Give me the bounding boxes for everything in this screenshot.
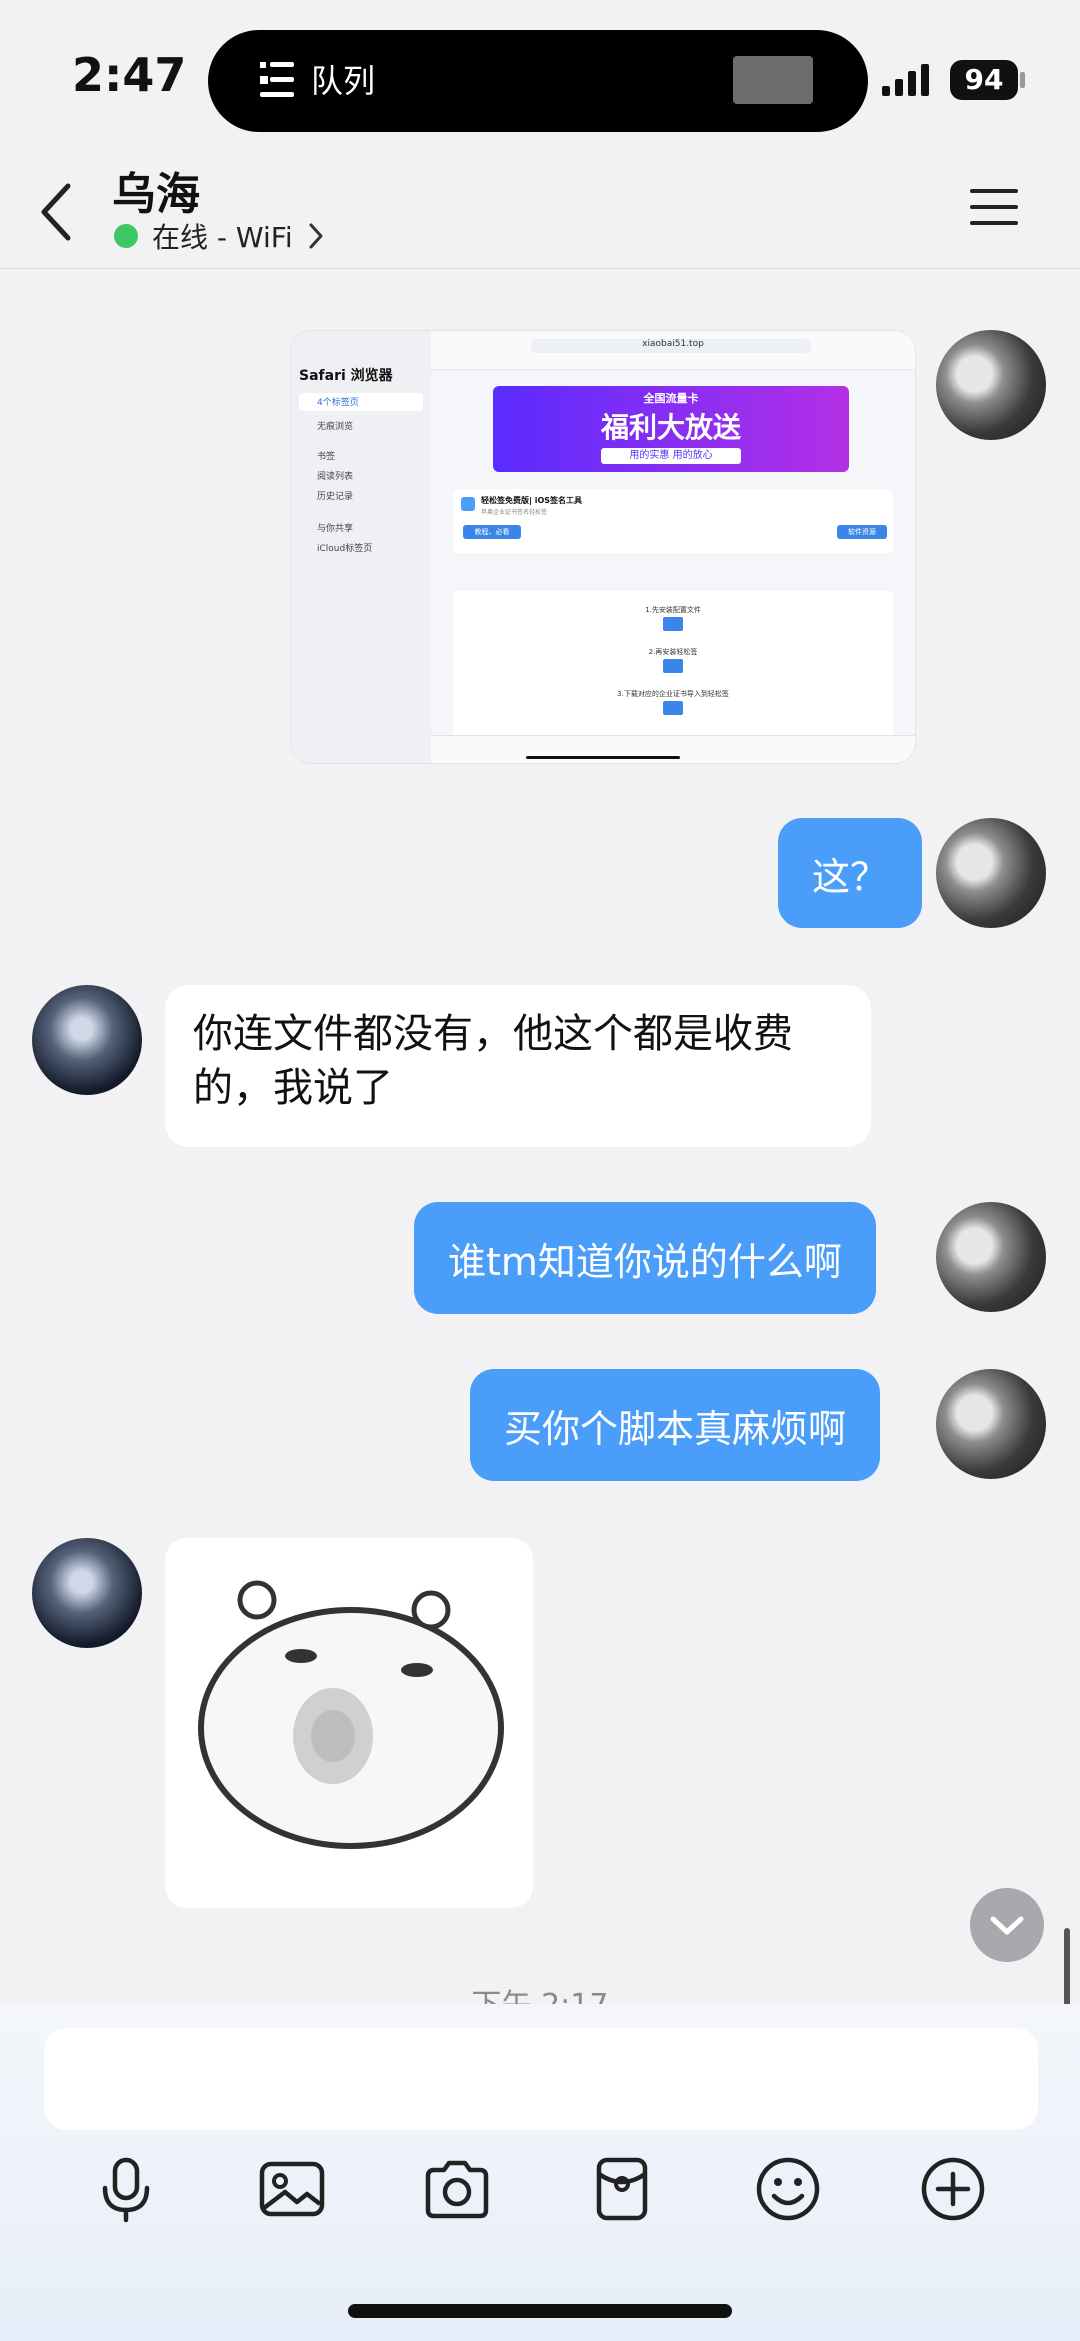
red-packet-icon[interactable] [587, 2154, 657, 2224]
bear-face-sticker [198, 1580, 504, 1849]
back-chevron-icon[interactable] [36, 180, 76, 244]
avatar[interactable] [32, 1538, 142, 1648]
screenshot-sidebar-item: 无痕浏览 [317, 422, 354, 432]
message-input[interactable] [44, 2028, 1038, 2130]
plus-icon[interactable] [918, 2154, 988, 2224]
dynamic-island[interactable]: 队列 [208, 30, 868, 132]
battery-indicator: 94 [950, 60, 1018, 100]
sticker-message[interactable] [165, 1538, 533, 1908]
input-panel [0, 2004, 1080, 2341]
home-indicator[interactable] [348, 2304, 732, 2318]
chat-header: 乌海 在线 - WiFi [0, 150, 1080, 269]
scroll-to-bottom-button[interactable] [970, 1888, 1044, 1962]
card-button-right: 软件资源 [837, 525, 887, 539]
banner-top-text: 全国流量卡 [643, 392, 699, 405]
avatar[interactable] [936, 1202, 1046, 1312]
emoji-icon[interactable] [753, 2154, 823, 2224]
screenshot-banner: 全国流量卡 福利大放送 用的实惠 用的放心 [493, 386, 849, 472]
presence-status[interactable]: 在线 - WiFi [152, 216, 293, 256]
chevron-right-icon[interactable] [308, 222, 324, 250]
step-text: 2.再安装轻松签 [648, 648, 698, 656]
screenshot-sidebar: Safari 浏览器 4个标签页 无痕浏览 书签 阅读列表 历史记录 与你共享 … [291, 331, 431, 763]
screenshot-sidebar-item: 4个标签页 [317, 398, 359, 408]
screenshot-sidebar-item: iCloud标签页 [317, 544, 373, 554]
avatar[interactable] [936, 330, 1046, 440]
status-bar: 2:47 队列 94 [0, 0, 1080, 150]
contact-name[interactable]: 乌海 [112, 158, 200, 222]
step-text: 1.先安装配置文件 [645, 606, 701, 614]
screenshot-sidebar-item: 历史记录 [317, 492, 354, 502]
avatar[interactable] [32, 985, 142, 1095]
screenshot-sidebar-title: Safari 浏览器 [299, 368, 393, 384]
media-thumbnail [733, 56, 813, 104]
hamburger-menu-icon[interactable] [968, 186, 1020, 228]
image-icon[interactable] [257, 2154, 327, 2224]
cellular-signal-icon [882, 64, 929, 96]
avatar[interactable] [936, 818, 1046, 928]
queue-icon [260, 62, 294, 97]
screenshot-sidebar-item: 阅读列表 [317, 472, 354, 482]
message-bubble[interactable]: 你连文件都没有，他这个都是收费的，我说了 [165, 985, 871, 1147]
screenshot-app-card: 轻松签免费版| iOS签名工具 苹果企业证书签名轻松签 教程、必看 软件资源 [453, 489, 893, 553]
card-title: 轻松签免费版| iOS签名工具 [481, 496, 583, 505]
message-bubble[interactable]: 这？ [778, 818, 923, 928]
microphone-icon[interactable] [91, 2154, 161, 2224]
message-bubble[interactable]: 谁tm知道你说的什么啊 [414, 1202, 876, 1314]
online-status-dot [114, 224, 138, 248]
banner-sub-text: 用的实惠 用的放心 [601, 448, 741, 464]
screenshot-steps-card: 1.先安装配置文件 2.再安装轻松签 3.下载对应的企业证书导入到轻松签 [453, 591, 893, 751]
screenshot-sidebar-item: 书签 [317, 452, 336, 462]
screenshot-browser: xiaobai51.top 全国流量卡 福利大放送 用的实惠 用的放心 轻松签免… [431, 331, 915, 763]
screenshot-url: xiaobai51.top [642, 339, 704, 349]
scrollbar[interactable] [1064, 1928, 1070, 2006]
avatar[interactable] [936, 1369, 1046, 1479]
image-message[interactable]: Safari 浏览器 4个标签页 无痕浏览 书签 阅读列表 历史记录 与你共享 … [290, 330, 916, 764]
chevron-down-icon [990, 1916, 1024, 1935]
camera-icon[interactable] [422, 2154, 492, 2224]
card-button-left: 教程、必看 [463, 525, 521, 539]
banner-main-text: 福利大放送 [600, 411, 741, 444]
card-subtitle: 苹果企业证书签名轻松签 [481, 509, 548, 516]
step-text: 3.下载对应的企业证书导入到轻松签 [617, 690, 729, 698]
screenshot-sidebar-item: 与你共享 [317, 524, 354, 534]
message-bubble[interactable]: 买你个脚本真麻烦啊 [470, 1369, 881, 1481]
status-time: 2:47 [72, 48, 187, 102]
island-label: 队列 [311, 62, 376, 100]
battery-nub [1020, 72, 1025, 88]
